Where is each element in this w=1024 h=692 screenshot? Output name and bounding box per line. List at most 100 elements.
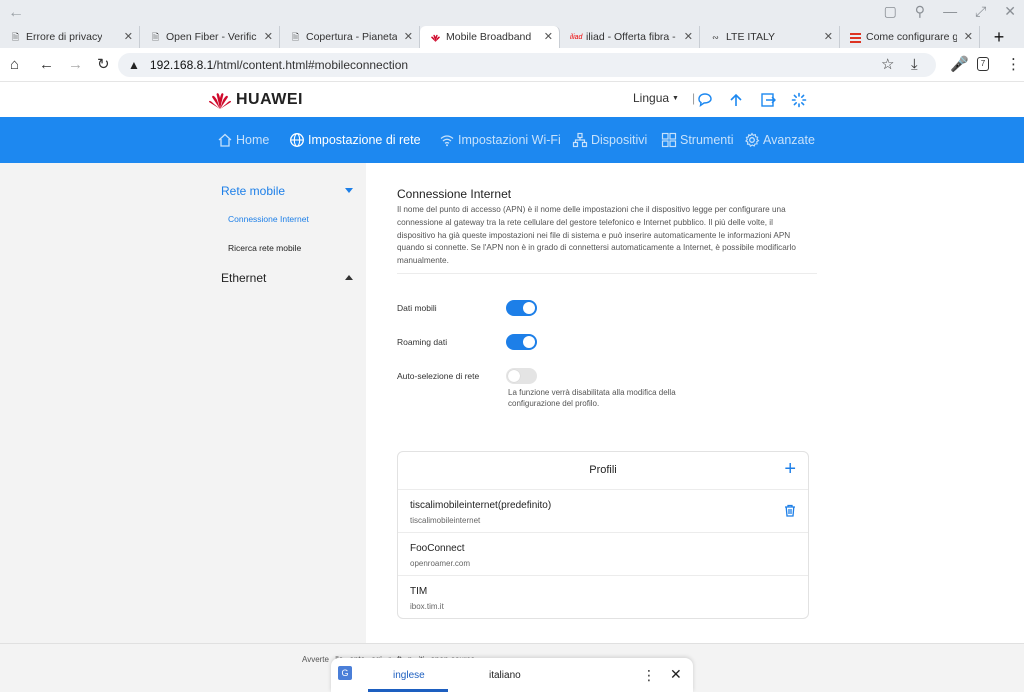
tab-close-icon[interactable]: ✕ bbox=[824, 30, 833, 43]
browser-tab[interactable]: Come configurare gli sma ✕ bbox=[840, 26, 980, 48]
toggle-knob bbox=[523, 302, 535, 314]
language-label: Lingua bbox=[633, 91, 670, 105]
sidebar-item-network-search[interactable]: Ricerca rete mobile bbox=[228, 243, 301, 253]
translate-lang-english[interactable]: inglese bbox=[393, 670, 425, 681]
tab-title: iliad - Offerta fibra - Nor bbox=[586, 31, 677, 43]
sidebar-section-ethernet[interactable]: Ethernet bbox=[221, 271, 353, 285]
doc-icon: 🗎 bbox=[11, 31, 20, 42]
back-icon[interactable]: ← bbox=[39, 56, 54, 74]
sidebar-section-mobile-network[interactable]: Rete mobile bbox=[221, 184, 353, 198]
url-text: 192.168.8.1/html/content.html#mobileconn… bbox=[150, 58, 408, 72]
huawei-logo[interactable]: HUAWEI bbox=[208, 90, 303, 110]
logout-icon[interactable] bbox=[760, 92, 776, 108]
brand-name: HUAWEI bbox=[236, 91, 303, 108]
profile-row[interactable]: tiscalimobileinternet(predefinito) tisca… bbox=[398, 490, 808, 533]
bookmark-star-icon[interactable]: ☆ bbox=[881, 56, 894, 74]
restore-icon[interactable]: ⤢ bbox=[975, 3, 986, 20]
minimize-icon[interactable]: — bbox=[943, 3, 957, 20]
window-close-icon[interactable]: ✕ bbox=[1004, 3, 1016, 20]
nav-tools[interactable]: Strumenti bbox=[661, 132, 734, 148]
toggle-knob bbox=[508, 370, 520, 382]
add-profile-button[interactable]: + bbox=[784, 459, 796, 479]
home-button-icon[interactable]: ⌂ bbox=[10, 56, 19, 74]
browser-tab[interactable]: ∾ LTE ITALY ✕ bbox=[700, 26, 840, 48]
update-arrow-icon[interactable] bbox=[728, 92, 744, 108]
wifi-icon bbox=[440, 135, 454, 147]
iliad-icon: iliad bbox=[570, 33, 583, 41]
profile-row[interactable]: TIM ibox.tim.it bbox=[398, 576, 808, 619]
url-path: /html/content.html#mobileconnection bbox=[213, 58, 409, 72]
caret-up-icon bbox=[345, 275, 353, 280]
main-area: Rete mobile Connessione Internet Ricerca… bbox=[0, 163, 1024, 643]
profile-apn: ibox.tim.it bbox=[410, 602, 444, 611]
nav-label: Dispositivi bbox=[591, 133, 648, 147]
nav-advanced[interactable]: Avanzate bbox=[744, 132, 815, 148]
profile-row[interactable]: FooConnect openroamer.com bbox=[398, 533, 808, 576]
browser-tab[interactable]: 🗎 Open Fiber - Verifica la c ✕ bbox=[140, 26, 280, 48]
loading-spinner-icon bbox=[791, 92, 807, 108]
translate-lang-italian[interactable]: italiano bbox=[489, 670, 521, 681]
tab-search-icon[interactable]: ▢ bbox=[884, 3, 897, 20]
tab-close-icon[interactable]: ✕ bbox=[964, 30, 973, 43]
auto-network-select-toggle[interactable] bbox=[506, 368, 537, 384]
auto-select-note: La funzione verrà disabilitata alla modi… bbox=[508, 388, 676, 408]
nav-network-settings[interactable]: Impostazione di rete bbox=[289, 132, 421, 148]
url-host: 192.168.8.1 bbox=[149, 58, 214, 72]
nav-devices[interactable]: Dispositivi bbox=[572, 132, 647, 148]
tab-title: Come configurare gli sma bbox=[866, 31, 957, 43]
nav-home[interactable]: Home bbox=[217, 132, 269, 148]
devices-icon bbox=[572, 132, 588, 148]
more-options-icon[interactable]: ⋮ bbox=[642, 667, 656, 684]
translate-bar: G inglese italiano ⋮ ✕ bbox=[331, 658, 693, 692]
trash-icon[interactable] bbox=[784, 504, 796, 517]
microphone-icon[interactable]: 🎤 bbox=[950, 56, 969, 74]
profile-apn: tiscalimobileinternet bbox=[410, 516, 481, 525]
profile-name: tiscalimobileinternet(predefinito) bbox=[410, 500, 552, 511]
tab-title: Mobile Broadband bbox=[446, 31, 532, 43]
browser-tab-active[interactable]: Mobile Broadband ✕ bbox=[420, 26, 560, 48]
reload-icon[interactable]: ↻ bbox=[97, 56, 110, 74]
gear-icon bbox=[745, 132, 760, 148]
home-icon bbox=[218, 133, 232, 147]
tab-close-icon[interactable]: ✕ bbox=[684, 30, 693, 43]
chevron-down-icon: ▼ bbox=[672, 94, 679, 102]
pin-icon[interactable]: ⚲ bbox=[915, 3, 925, 20]
router-header: HUAWEI Lingua ▼ | bbox=[0, 82, 1024, 117]
sidebar: Rete mobile Connessione Internet Ricerca… bbox=[210, 163, 366, 643]
tab-close-icon[interactable]: ✕ bbox=[264, 30, 273, 43]
profiles-title: Profili bbox=[589, 464, 617, 476]
tab-title: Copertura - Pianeta Fibra bbox=[306, 31, 397, 43]
footer-link[interactable]: Avverte bbox=[302, 655, 329, 664]
close-icon[interactable]: ✕ bbox=[670, 666, 682, 683]
nav-label: Impostazione di rete bbox=[308, 133, 421, 147]
content-panel: Connessione Internet Il nome del punto d… bbox=[366, 163, 1024, 643]
browser-menu-icon[interactable]: ⋮ bbox=[1006, 56, 1021, 74]
nav-wifi-settings[interactable]: Impostazioni Wi-Fi bbox=[439, 132, 561, 148]
browser-tab[interactable]: iliad iliad - Offerta fibra - Nor ✕ bbox=[560, 26, 700, 48]
tab-close-icon[interactable]: ✕ bbox=[404, 30, 413, 43]
tab-close-icon[interactable]: ✕ bbox=[124, 30, 133, 43]
address-bar[interactable]: ▲ 192.168.8.1/html/content.html#mobileco… bbox=[118, 53, 936, 77]
not-secure-warning-icon[interactable]: ▲ bbox=[128, 58, 140, 72]
tab-close-icon[interactable]: ✕ bbox=[544, 30, 553, 43]
huawei-flower-icon bbox=[209, 93, 231, 109]
download-icon[interactable]: ⤓ bbox=[911, 56, 918, 74]
new-tab-button[interactable]: + bbox=[984, 26, 1014, 48]
mobile-data-label: Dati mobili bbox=[397, 303, 437, 313]
messages-icon[interactable] bbox=[697, 92, 713, 108]
auto-network-select-label: Auto-selezione di rete bbox=[397, 371, 480, 381]
browser-tab[interactable]: 🗎 Errore di privacy ✕ bbox=[0, 26, 140, 48]
mobile-data-toggle[interactable] bbox=[506, 300, 537, 316]
sidebar-item-internet-connection[interactable]: Connessione Internet bbox=[228, 214, 309, 224]
browser-tab[interactable]: 🗎 Copertura - Pianeta Fibra ✕ bbox=[280, 26, 420, 48]
doc-icon: 🗎 bbox=[151, 31, 160, 42]
language-selector[interactable]: Lingua ▼ | bbox=[633, 91, 695, 105]
tab-counter-icon[interactable]: 7 bbox=[977, 57, 989, 71]
profiles-header: Profili + bbox=[398, 452, 808, 490]
divider bbox=[397, 273, 817, 274]
doc-icon: 🗎 bbox=[291, 31, 300, 42]
data-roaming-toggle[interactable] bbox=[506, 334, 537, 350]
back-arrow-icon[interactable]: ← bbox=[8, 4, 24, 22]
toggle-knob bbox=[523, 336, 535, 348]
forward-icon[interactable]: → bbox=[68, 56, 83, 74]
